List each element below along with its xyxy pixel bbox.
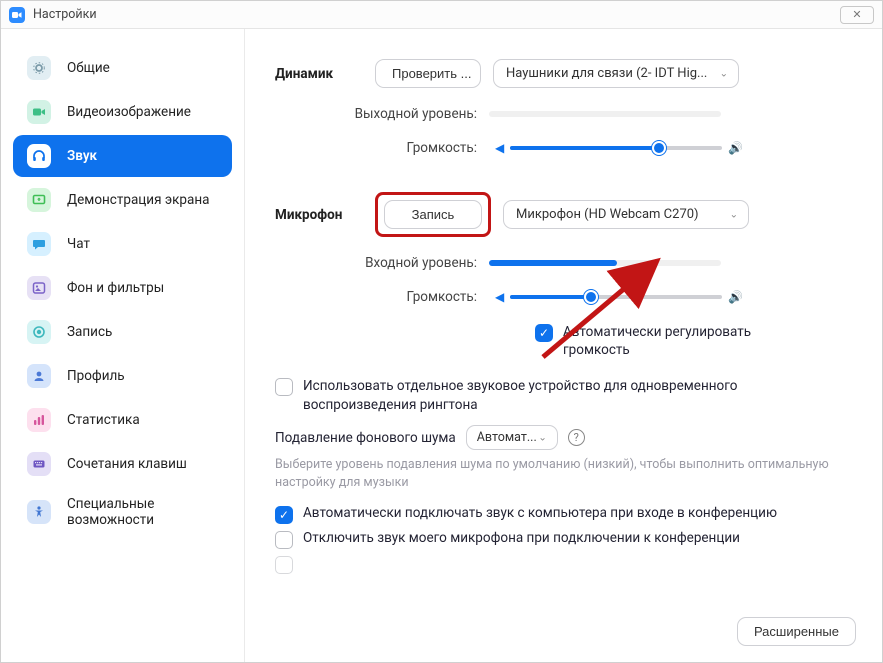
- mic-volume-slider[interactable]: [510, 295, 722, 299]
- noise-suppression-value: Автомат...: [477, 430, 537, 445]
- noise-suppression-hint: Выберите уровень подавления шума по умол…: [275, 456, 852, 491]
- mic-device-value: Микрофон (HD Webcam C270): [516, 207, 699, 222]
- background-icon: [27, 276, 51, 300]
- output-level-meter: [489, 111, 721, 117]
- sidebar-item-label: Профиль: [67, 368, 125, 384]
- volume-high-icon: 🔊: [728, 290, 743, 304]
- auto-adjust-volume-label: Автоматически регулировать громкость: [563, 323, 795, 359]
- speaker-device-select[interactable]: Наушники для связи (2- IDT Hig... ⌄: [493, 59, 739, 88]
- separate-ringtone-device-checkbox[interactable]: [275, 378, 293, 396]
- chevron-down-icon: ⌄: [720, 68, 728, 79]
- sidebar-item-label: Звук: [67, 148, 97, 164]
- video-icon: [27, 100, 51, 124]
- auto-join-audio-checkbox[interactable]: ✓: [275, 506, 293, 524]
- output-level-label: Выходной уровень:: [275, 106, 489, 122]
- sidebar-item-label: Фон и фильтры: [67, 280, 164, 296]
- input-level-label: Входной уровень:: [275, 255, 489, 271]
- separate-ringtone-device-label: Использовать отдельное звуковое устройст…: [303, 377, 852, 415]
- input-level-meter: [489, 260, 721, 266]
- gear-icon: [27, 56, 51, 80]
- speaker-section-label: Динамик: [275, 66, 375, 82]
- sidebar-item-share-screen[interactable]: Демонстрация экрана: [13, 179, 232, 221]
- sidebar-item-label: Статистика: [67, 412, 140, 428]
- help-icon[interactable]: ?: [568, 429, 585, 446]
- sidebar-item-label: Общие: [67, 60, 110, 76]
- sidebar-item-label: Сочетания клавиш: [67, 456, 187, 472]
- noise-suppression-select[interactable]: Автомат... ⌄: [466, 425, 558, 450]
- sidebar-item-accessibility[interactable]: Специальные возможности: [13, 487, 232, 537]
- record-icon: [27, 320, 51, 344]
- titlebar: Настройки ✕: [1, 1, 882, 29]
- sidebar-item-label: Видеоизображение: [67, 104, 191, 120]
- mute-on-join-checkbox[interactable]: [275, 531, 293, 549]
- auto-join-audio-label: Автоматически подключать звук с компьюте…: [303, 505, 777, 521]
- sidebar-item-shortcuts[interactable]: Сочетания клавиш: [13, 443, 232, 485]
- window-title: Настройки: [33, 7, 840, 22]
- sidebar-item-label: Запись: [67, 324, 112, 340]
- chevron-down-icon: ⌄: [730, 209, 738, 220]
- sidebar-item-general[interactable]: Общие: [13, 47, 232, 89]
- app-icon-zoom: [9, 7, 25, 23]
- profile-icon: [27, 364, 51, 388]
- sidebar-item-recording[interactable]: Запись: [13, 311, 232, 353]
- volume-high-icon: 🔊: [728, 141, 743, 155]
- statistics-icon: [27, 408, 51, 432]
- mic-section-label: Микрофон: [275, 207, 375, 223]
- accessibility-icon: [27, 500, 51, 524]
- sidebar-item-label: Демонстрация экрана: [67, 192, 209, 208]
- volume-low-icon: ◀: [495, 290, 504, 304]
- record-mic-button[interactable]: Запись: [384, 200, 482, 229]
- speaker-volume-label: Громкость:: [275, 140, 489, 156]
- settings-panel-audio: Динамик Проверить ... Наушники для связи…: [245, 29, 882, 662]
- sidebar-item-label: Чат: [67, 236, 90, 252]
- sidebar-item-background[interactable]: Фон и фильтры: [13, 267, 232, 309]
- annotation-highlight: Запись: [375, 192, 491, 237]
- sidebar-item-profile[interactable]: Профиль: [13, 355, 232, 397]
- mic-volume-label: Громкость:: [275, 289, 489, 305]
- more-checkbox-partial[interactable]: [275, 556, 293, 574]
- auto-adjust-volume-checkbox[interactable]: ✓: [535, 324, 553, 342]
- volume-low-icon: ◀: [495, 141, 504, 155]
- sidebar-item-label: Специальные возможности: [67, 496, 218, 528]
- sidebar-item-audio[interactable]: Звук: [13, 135, 232, 177]
- sidebar-item-statistics[interactable]: Статистика: [13, 399, 232, 441]
- sidebar: Общие Видеоизображение Звук Демонстрация…: [1, 29, 245, 662]
- close-button[interactable]: ✕: [840, 6, 874, 24]
- chevron-down-icon: ⌄: [538, 432, 546, 443]
- share-screen-icon: [27, 188, 51, 212]
- mute-on-join-label: Отключить звук моего микрофона при подкл…: [303, 530, 740, 546]
- speaker-device-value: Наушники для связи (2- IDT Hig...: [506, 66, 707, 81]
- headphones-icon: [27, 144, 51, 168]
- sidebar-item-video[interactable]: Видеоизображение: [13, 91, 232, 133]
- mic-device-select[interactable]: Микрофон (HD Webcam C270) ⌄: [503, 200, 749, 229]
- speaker-volume-slider[interactable]: [510, 146, 722, 150]
- sidebar-item-chat[interactable]: Чат: [13, 223, 232, 265]
- advanced-button[interactable]: Расширенные: [737, 617, 856, 646]
- keyboard-icon: [27, 452, 51, 476]
- test-speaker-button[interactable]: Проверить ...: [375, 59, 481, 88]
- chat-icon: [27, 232, 51, 256]
- noise-suppression-label: Подавление фонового шума: [275, 430, 456, 446]
